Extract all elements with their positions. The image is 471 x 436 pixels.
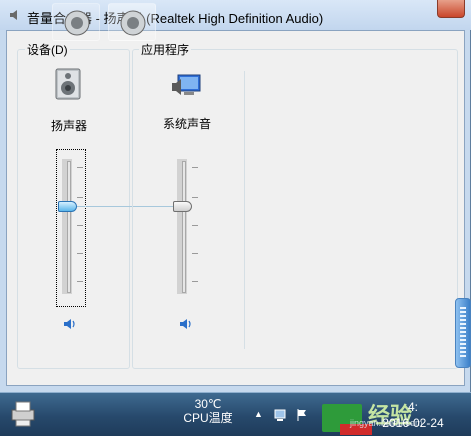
- taskbar-button-speaker[interactable]: [52, 3, 100, 41]
- close-button[interactable]: [437, 0, 465, 18]
- device-volume-track: [67, 161, 71, 293]
- device-mute-speaker-icon[interactable]: [63, 317, 77, 331]
- speaker-icon: [120, 10, 146, 36]
- device-volume-thumb[interactable]: [58, 201, 77, 212]
- cpu-temperature-label: CPU温度: [183, 411, 233, 425]
- side-scroll-handle[interactable]: [455, 298, 471, 368]
- applications-column-separator: [244, 71, 245, 349]
- show-hidden-icons-arrow[interactable]: ▲: [254, 409, 263, 419]
- system-sounds-mute-speaker-icon[interactable]: [179, 317, 193, 331]
- volume-mixer-window: 音量合成器 - 扬声器 (Realtek High Definition Aud…: [0, 0, 471, 392]
- device-group-label: 设备(D): [25, 41, 70, 58]
- taskbar-clock[interactable]: 4: 2016-02-24: [375, 399, 451, 431]
- speaker-device-icon[interactable]: [51, 67, 85, 101]
- speaker-icon: [10, 10, 17, 20]
- slider-tick: [192, 281, 198, 282]
- mixer-client-area: 设备(D) 扬声器 应用程序 系统声音: [6, 30, 465, 386]
- cpu-temperature-value: 30℃: [194, 397, 222, 411]
- clock-time: 4:: [407, 400, 418, 414]
- clock-date: 2016-02-24: [382, 416, 444, 430]
- flag-icon[interactable]: [295, 408, 309, 422]
- system-sounds-icon[interactable]: [170, 71, 204, 105]
- system-sounds-volume-track: [182, 161, 186, 293]
- applications-group-label: 应用程序: [139, 41, 192, 58]
- device-name-label: 扬声器: [51, 119, 88, 133]
- slider-tick: [77, 225, 83, 226]
- cpu-temperature: 30℃ CPU温度: [183, 397, 233, 425]
- system-sounds-label: 系统声音: [163, 117, 212, 131]
- slider-tick: [192, 253, 198, 254]
- network-icon[interactable]: [273, 408, 287, 422]
- speaker-icon: [64, 10, 90, 36]
- slider-tick: [77, 167, 83, 168]
- slider-tick: [77, 197, 83, 198]
- slider-tick: [192, 197, 198, 198]
- printer-icon[interactable]: [8, 398, 38, 428]
- slider-tick: [77, 281, 83, 282]
- slider-tick: [192, 225, 198, 226]
- system-sounds-volume-thumb[interactable]: [173, 201, 192, 212]
- slider-tick: [192, 167, 198, 168]
- slider-tick: [77, 253, 83, 254]
- scroll-grip: [460, 307, 466, 359]
- taskbar-button-volume-mixer[interactable]: [108, 3, 156, 41]
